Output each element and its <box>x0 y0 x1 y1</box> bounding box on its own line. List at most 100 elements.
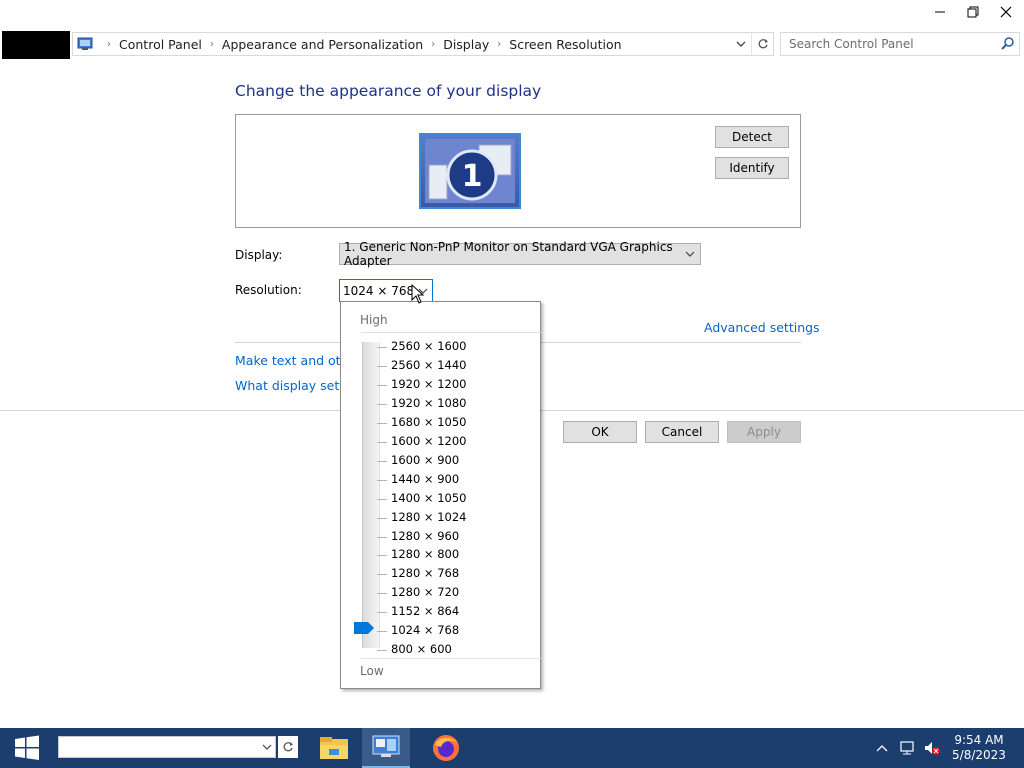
resolution-option[interactable]: 1280 × 960 <box>391 529 459 543</box>
resolution-label: Resolution: <box>235 283 302 297</box>
slider-tick <box>377 574 387 576</box>
divider <box>361 332 541 333</box>
taskbar: 9:54 AM 5/8/2023 <box>0 728 1024 768</box>
taskbar-firefox[interactable] <box>422 728 470 768</box>
control-panel-icon <box>77 37 95 51</box>
identify-button[interactable]: Identify <box>715 157 789 179</box>
taskbar-clock[interactable]: 9:54 AM 5/8/2023 <box>944 733 1014 763</box>
detect-button[interactable]: Detect <box>715 126 789 148</box>
slider-tick <box>377 536 387 538</box>
slider-tick <box>377 612 387 614</box>
chevron-right-icon[interactable]: › <box>497 39 501 50</box>
restore-button[interactable] <box>956 0 990 24</box>
slider-tick <box>377 517 387 519</box>
breadcrumb-appearance[interactable]: Appearance and Personalization <box>222 37 423 52</box>
resolution-option[interactable]: 1920 × 1200 <box>391 377 466 391</box>
start-button[interactable] <box>0 728 54 768</box>
high-label: High <box>360 313 388 327</box>
resolution-option[interactable]: 1024 × 768 <box>391 623 459 637</box>
taskbar-refresh-button[interactable] <box>278 736 298 758</box>
breadcrumb: › Control Panel › Appearance and Persona… <box>99 37 622 52</box>
resolution-option[interactable]: 800 × 600 <box>391 642 452 656</box>
slider-tick <box>377 631 387 633</box>
nav-buttons[interactable] <box>2 31 70 59</box>
close-button[interactable] <box>989 0 1023 24</box>
slider-tick <box>377 422 387 424</box>
breadcrumb-screen-resolution[interactable]: Screen Resolution <box>509 37 621 52</box>
display-select[interactable]: 1. Generic Non-PnP Monitor on Standard V… <box>339 240 701 268</box>
taskbar-file-explorer[interactable] <box>310 728 358 768</box>
resolution-option[interactable]: 2560 × 1600 <box>391 339 466 353</box>
resolution-option[interactable]: 1280 × 1024 <box>391 510 466 524</box>
slider-tick <box>377 498 387 500</box>
resolution-slider-thumb[interactable] <box>354 622 374 634</box>
advanced-settings-link[interactable]: Advanced settings <box>704 320 820 335</box>
refresh-icon <box>283 742 293 752</box>
resolution-option[interactable]: 1440 × 900 <box>391 472 459 486</box>
chevron-right-icon[interactable]: › <box>431 39 435 50</box>
close-icon <box>1000 6 1012 18</box>
monitor-number: 1 <box>462 159 483 194</box>
monitor-icon[interactable]: 1 <box>419 133 521 209</box>
resolution-option[interactable]: 1680 × 1050 <box>391 415 466 429</box>
ok-button[interactable]: OK <box>563 421 637 443</box>
resolution-option[interactable]: 1600 × 1200 <box>391 434 466 448</box>
chevron-down-icon <box>262 744 272 750</box>
search-input[interactable] <box>781 33 996 55</box>
resolution-slider-track[interactable] <box>362 342 380 648</box>
file-explorer-icon <box>320 737 348 759</box>
restore-icon <box>967 6 979 18</box>
resolution-option[interactable]: 1280 × 768 <box>391 566 459 580</box>
slider-tick <box>377 650 387 652</box>
monitor-screen: 1 <box>428 144 512 201</box>
volume-muted-icon <box>925 742 940 755</box>
show-hidden-icons-button[interactable] <box>872 728 892 768</box>
taskbar-control-panel[interactable] <box>362 728 410 768</box>
search-icon[interactable] <box>1000 36 1016 52</box>
resolution-select-value: 1024 × 768 <box>343 283 415 298</box>
back-arrow-icon[interactable] <box>14 39 24 49</box>
display-select-value: 1. Generic Non-PnP Monitor on Standard V… <box>344 240 673 268</box>
network-tray-button[interactable] <box>897 728 919 768</box>
slider-tick <box>377 403 387 405</box>
resolution-dropdown[interactable]: High 2560 × 1600 2560 × 1440 1920 × 1200 19… <box>340 301 541 689</box>
resolution-option[interactable]: 1600 × 900 <box>391 453 459 467</box>
mouse-cursor-icon <box>411 284 425 304</box>
chevron-right-icon: › <box>107 38 111 50</box>
resolution-option[interactable]: 2560 × 1440 <box>391 358 466 372</box>
resolution-option[interactable]: 1920 × 1080 <box>391 396 466 410</box>
address-dropdown-button[interactable] <box>731 33 751 55</box>
chevron-right-icon[interactable]: › <box>210 39 214 50</box>
resolution-option[interactable]: 1400 × 1050 <box>391 491 466 505</box>
volume-tray-button[interactable] <box>921 728 943 768</box>
breadcrumb-display[interactable]: Display <box>443 37 489 52</box>
apply-button[interactable]: Apply <box>727 421 801 443</box>
windows-logo-icon <box>15 735 39 760</box>
refresh-button[interactable] <box>751 33 773 55</box>
slider-tick <box>377 384 387 386</box>
minimize-button[interactable] <box>923 0 957 24</box>
display-preview: 1 Detect Identify <box>235 114 801 228</box>
chevron-up-icon <box>876 745 888 752</box>
clock-time: 9:54 AM <box>954 733 1004 747</box>
taskbar-address-input[interactable] <box>58 736 276 758</box>
resolution-option[interactable]: 1280 × 800 <box>391 547 459 561</box>
address-bar[interactable]: › Control Panel › Appearance and Persona… <box>72 32 774 56</box>
forward-arrow-icon[interactable] <box>42 39 52 49</box>
clock-date: 5/8/2023 <box>952 748 1006 762</box>
slider-tick <box>377 441 387 443</box>
window-title-bar <box>0 0 1024 30</box>
slider-tick <box>377 365 387 367</box>
search-box[interactable] <box>780 32 1020 56</box>
low-label: Low <box>360 664 384 678</box>
page-title: Change the appearance of your display <box>235 82 542 100</box>
network-icon <box>900 741 914 755</box>
minimize-icon <box>935 11 945 13</box>
slider-tick <box>377 347 387 348</box>
resolution-option[interactable]: 1152 × 864 <box>391 604 459 618</box>
resolution-option[interactable]: 1280 × 720 <box>391 585 459 599</box>
firefox-icon <box>433 735 459 761</box>
cancel-button[interactable]: Cancel <box>645 421 719 443</box>
chevron-down-icon <box>685 251 695 257</box>
breadcrumb-control-panel[interactable]: Control Panel <box>119 37 202 52</box>
